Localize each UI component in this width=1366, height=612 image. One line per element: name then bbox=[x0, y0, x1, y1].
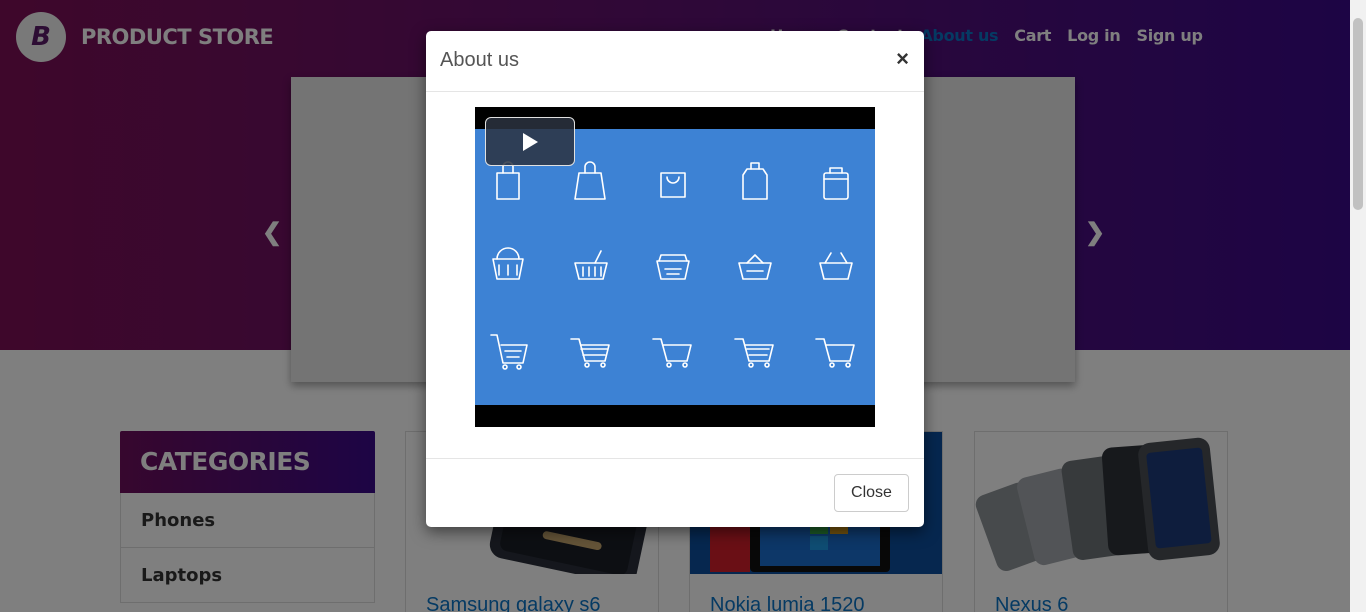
close-button[interactable]: Close bbox=[834, 474, 909, 512]
video-poster bbox=[475, 129, 875, 405]
shopping-basket-icon bbox=[738, 254, 772, 280]
shopping-basket-icon bbox=[656, 254, 690, 280]
modal-header: About us × bbox=[426, 31, 924, 92]
modal-title: About us bbox=[440, 49, 519, 71]
shopping-bag-icon bbox=[574, 161, 606, 200]
shopping-basket-icon bbox=[574, 250, 608, 280]
shopping-cart-icon bbox=[652, 338, 692, 368]
shopping-basket-icon bbox=[819, 252, 853, 280]
modal-footer: Close bbox=[426, 458, 924, 527]
about-us-modal: About us × Close bbox=[426, 31, 924, 527]
play-button[interactable] bbox=[485, 117, 575, 166]
shopping-cart-icon bbox=[815, 338, 855, 368]
shopping-cart-icon bbox=[570, 338, 610, 368]
shopping-bag-icon bbox=[496, 161, 520, 200]
video-player[interactable] bbox=[475, 107, 875, 427]
shopping-bag-icon bbox=[742, 162, 768, 200]
shopping-bag-icon bbox=[660, 172, 686, 198]
page-scrollbar[interactable] bbox=[1350, 0, 1366, 612]
shopping-cart-icon bbox=[734, 338, 774, 368]
shopping-basket-icon bbox=[492, 247, 524, 280]
scrollbar-thumb[interactable] bbox=[1353, 18, 1363, 210]
shopping-cart-icon bbox=[490, 334, 528, 370]
shopping-bag-icon bbox=[823, 167, 849, 200]
play-icon bbox=[523, 132, 538, 151]
close-icon[interactable]: × bbox=[896, 48, 909, 70]
